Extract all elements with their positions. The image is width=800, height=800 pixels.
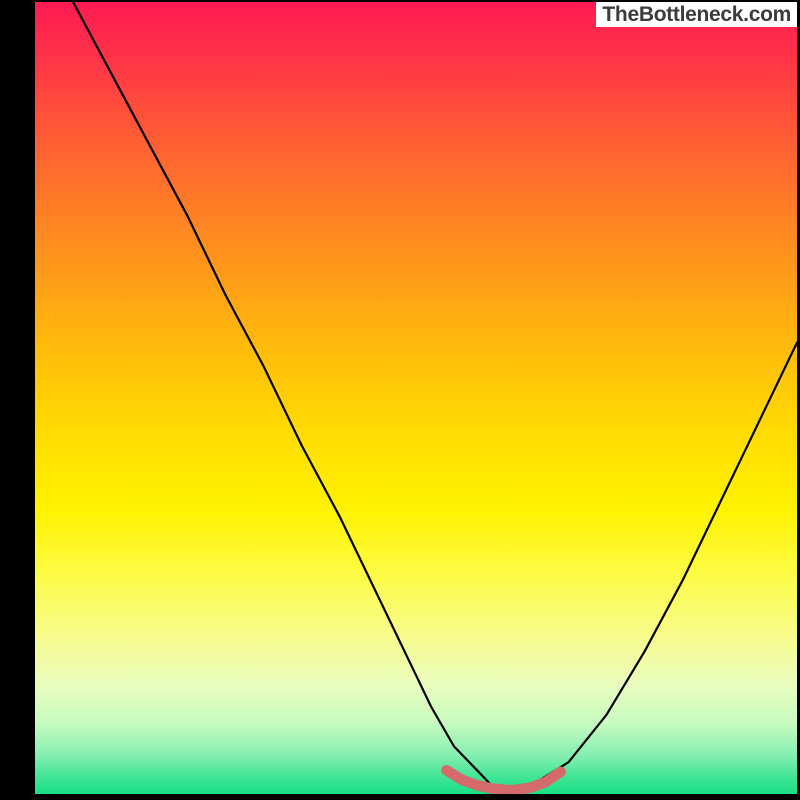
curve-layer xyxy=(35,2,797,794)
chart-area: TheBottleneck.com xyxy=(35,2,797,794)
optimal-flat-region xyxy=(447,770,561,790)
bottleneck-curve xyxy=(73,2,797,794)
watermark-label: TheBottleneck.com xyxy=(596,2,797,27)
